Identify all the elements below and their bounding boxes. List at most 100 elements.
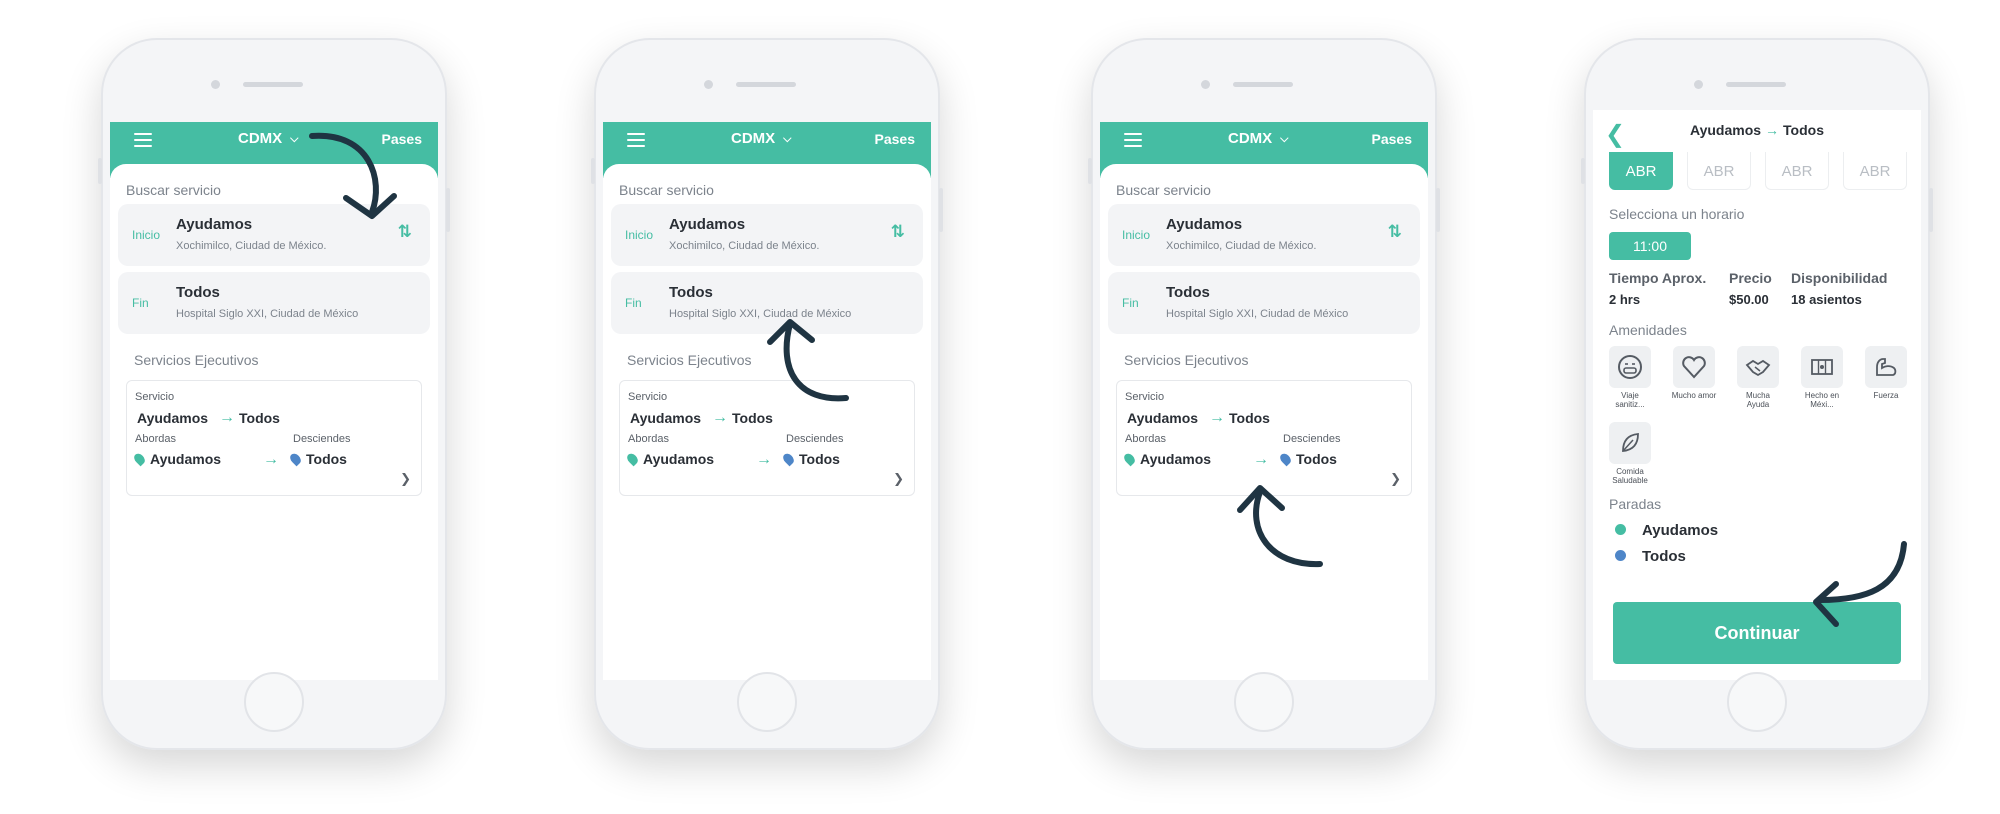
board-stop: Ayudamos bbox=[150, 451, 222, 467]
phone-1: CDMX ⌵ Pases Buscar servicio Inicio Ayuda… bbox=[98, 38, 450, 750]
service-card[interactable]: Servicio Ayudamos → Todos Abordas Descie… bbox=[1116, 380, 1412, 496]
swap-icon[interactable]: ⇅ bbox=[1388, 222, 1402, 242]
pases-link[interactable]: Pases bbox=[382, 131, 422, 147]
speaker-slot bbox=[1726, 82, 1786, 87]
origin-address: Xochimilco, Ciudad de México. bbox=[1166, 240, 1317, 252]
chevron-right-icon: ❯ bbox=[893, 471, 904, 486]
pin-icon bbox=[132, 451, 147, 467]
services-title: Servicios Ejecutivos bbox=[627, 352, 752, 368]
menu-icon[interactable] bbox=[627, 133, 645, 147]
phone-3: CDMX ⌵ Pases Buscar servicio Inicio Ayuda… bbox=[1088, 38, 1440, 750]
alight-stop: Todos bbox=[1296, 451, 1337, 467]
service-to: Todos bbox=[732, 410, 773, 426]
service-card[interactable]: Servicio Ayudamos → Todos Abordas Descie… bbox=[619, 380, 915, 496]
alight-label: Desciendes bbox=[293, 433, 351, 445]
amenity-label: Mucha Ayuda bbox=[1745, 391, 1770, 409]
origin-card[interactable]: Inicio Ayudamos Xochimilco, Ciudad de Mé… bbox=[118, 204, 430, 266]
board-stop: Ayudamos bbox=[643, 451, 715, 467]
origin-card[interactable]: Inicio Ayudamos Xochimilco, Ciudad de Mé… bbox=[611, 204, 923, 266]
amenity-label: Hecho en Méxi... bbox=[1804, 391, 1840, 409]
phone-2: CDMX ⌵ Pases Buscar servicio Inicio Ayuda… bbox=[591, 38, 943, 750]
origin-name: Ayudamos bbox=[176, 216, 253, 233]
origin-card[interactable]: Inicio Ayudamos Xochimilco, Ciudad de Mé… bbox=[1108, 204, 1420, 266]
destination-tag: Fin bbox=[625, 296, 642, 310]
arrow-right-icon: → bbox=[1253, 451, 1269, 468]
date-tab[interactable]: ABR bbox=[1687, 152, 1751, 190]
city-selector[interactable]: CDMX ⌵ bbox=[238, 130, 299, 147]
menu-icon[interactable] bbox=[134, 133, 152, 147]
chevron-down-icon: ⌵ bbox=[1280, 133, 1289, 145]
speaker-slot bbox=[736, 82, 796, 87]
destination-card[interactable]: Fin Todos Hospital Siglo XXI, Ciudad de … bbox=[611, 272, 923, 334]
handshake-icon bbox=[1745, 359, 1771, 377]
date-tab[interactable]: ABR bbox=[1765, 152, 1829, 190]
sanitized-face-icon bbox=[1618, 355, 1642, 379]
amenity-label: Comida Saludable bbox=[1612, 467, 1648, 485]
chevron-down-icon: ⌵ bbox=[783, 133, 792, 145]
city-selector[interactable]: CDMX ⌵ bbox=[731, 130, 792, 147]
board-stop: Ayudamos bbox=[1140, 451, 1212, 467]
service-label: Servicio bbox=[1125, 391, 1165, 403]
stop-item: Ayudamos bbox=[1615, 522, 1718, 539]
destination-card[interactable]: Fin Todos Hospital Siglo XXI, Ciudad de … bbox=[118, 272, 430, 334]
amenity-item: Hecho en Méxi... bbox=[1799, 346, 1845, 409]
swap-icon[interactable]: ⇅ bbox=[891, 222, 905, 242]
service-card[interactable]: Servicio Ayudamos → Todos Abordas Descie… bbox=[126, 380, 422, 496]
screen-search-1: CDMX ⌵ Pases Buscar servicio Inicio Ayuda… bbox=[110, 122, 438, 680]
heart-icon bbox=[1682, 356, 1706, 379]
alight-stop: Todos bbox=[306, 451, 347, 467]
destination-address: Hospital Siglo XXI, Ciudad de México bbox=[1166, 308, 1349, 320]
price-value: $50.00 bbox=[1729, 292, 1769, 307]
schedule-label: Selecciona un horario bbox=[1609, 206, 1745, 222]
alight-label: Desciendes bbox=[1283, 433, 1341, 445]
destination-tag: Fin bbox=[132, 296, 149, 310]
duration-label: Tiempo Aprox. bbox=[1609, 270, 1707, 286]
swap-icon[interactable]: ⇅ bbox=[398, 222, 412, 242]
amenity-item: Comida Saludable bbox=[1607, 422, 1653, 485]
continue-button[interactable]: Continuar bbox=[1613, 602, 1901, 664]
services-title: Servicios Ejecutivos bbox=[1124, 352, 1249, 368]
arrow-right-icon: → bbox=[756, 451, 772, 468]
board-label: Abordas bbox=[135, 433, 176, 445]
price-label: Precio bbox=[1729, 270, 1772, 286]
home-button bbox=[244, 672, 304, 732]
service-to: Todos bbox=[1229, 410, 1270, 426]
search-sheet: Buscar servicio Inicio Ayudamos Xochimil… bbox=[603, 164, 931, 680]
search-title: Buscar servicio bbox=[1116, 182, 1211, 198]
destination-address: Hospital Siglo XXI, Ciudad de México bbox=[669, 308, 852, 320]
amenity-item: Fuerza bbox=[1863, 346, 1909, 400]
service-from: Ayudamos bbox=[1127, 410, 1199, 426]
speaker-slot bbox=[1233, 82, 1293, 87]
time-chip[interactable]: 11:00 bbox=[1609, 232, 1691, 260]
home-button bbox=[1727, 672, 1787, 732]
search-sheet: Buscar servicio Inicio Ayudamos Xochimil… bbox=[110, 164, 438, 680]
destination-card[interactable]: Fin Todos Hospital Siglo XXI, Ciudad de … bbox=[1108, 272, 1420, 334]
city-selector[interactable]: CDMX ⌵ bbox=[1228, 130, 1289, 147]
flexed-arm-icon bbox=[1876, 358, 1897, 376]
origin-tag: Inicio bbox=[625, 228, 654, 242]
city-label: CDMX bbox=[731, 130, 776, 147]
origin-address: Xochimilco, Ciudad de México. bbox=[669, 240, 820, 252]
destination-tag: Fin bbox=[1122, 296, 1139, 310]
pases-link[interactable]: Pases bbox=[1372, 131, 1412, 147]
origin-tag: Inicio bbox=[132, 228, 161, 242]
date-tab[interactable]: ABR bbox=[1843, 152, 1907, 190]
pin-icon bbox=[781, 451, 796, 467]
date-tab[interactable]: ABR bbox=[1609, 152, 1673, 190]
city-label: CDMX bbox=[1228, 130, 1273, 147]
stop-dot-icon bbox=[1615, 550, 1626, 561]
search-title: Buscar servicio bbox=[126, 182, 221, 198]
origin-name: Ayudamos bbox=[1166, 216, 1243, 233]
pin-icon bbox=[1122, 451, 1137, 467]
alight-label: Desciendes bbox=[786, 433, 844, 445]
destination-address: Hospital Siglo XXI, Ciudad de México bbox=[176, 308, 359, 320]
origin-address: Xochimilco, Ciudad de México. bbox=[176, 240, 327, 252]
home-button bbox=[1234, 672, 1294, 732]
pases-link[interactable]: Pases bbox=[875, 131, 915, 147]
menu-icon[interactable] bbox=[1124, 133, 1142, 147]
stop-dot-icon bbox=[1615, 524, 1626, 535]
speaker-slot bbox=[243, 82, 303, 87]
amenity-item: Mucho amor bbox=[1671, 346, 1717, 400]
screen-search-2: CDMX ⌵ Pases Buscar servicio Inicio Ayuda… bbox=[603, 122, 931, 680]
chevron-right-icon: ❯ bbox=[1390, 471, 1401, 486]
